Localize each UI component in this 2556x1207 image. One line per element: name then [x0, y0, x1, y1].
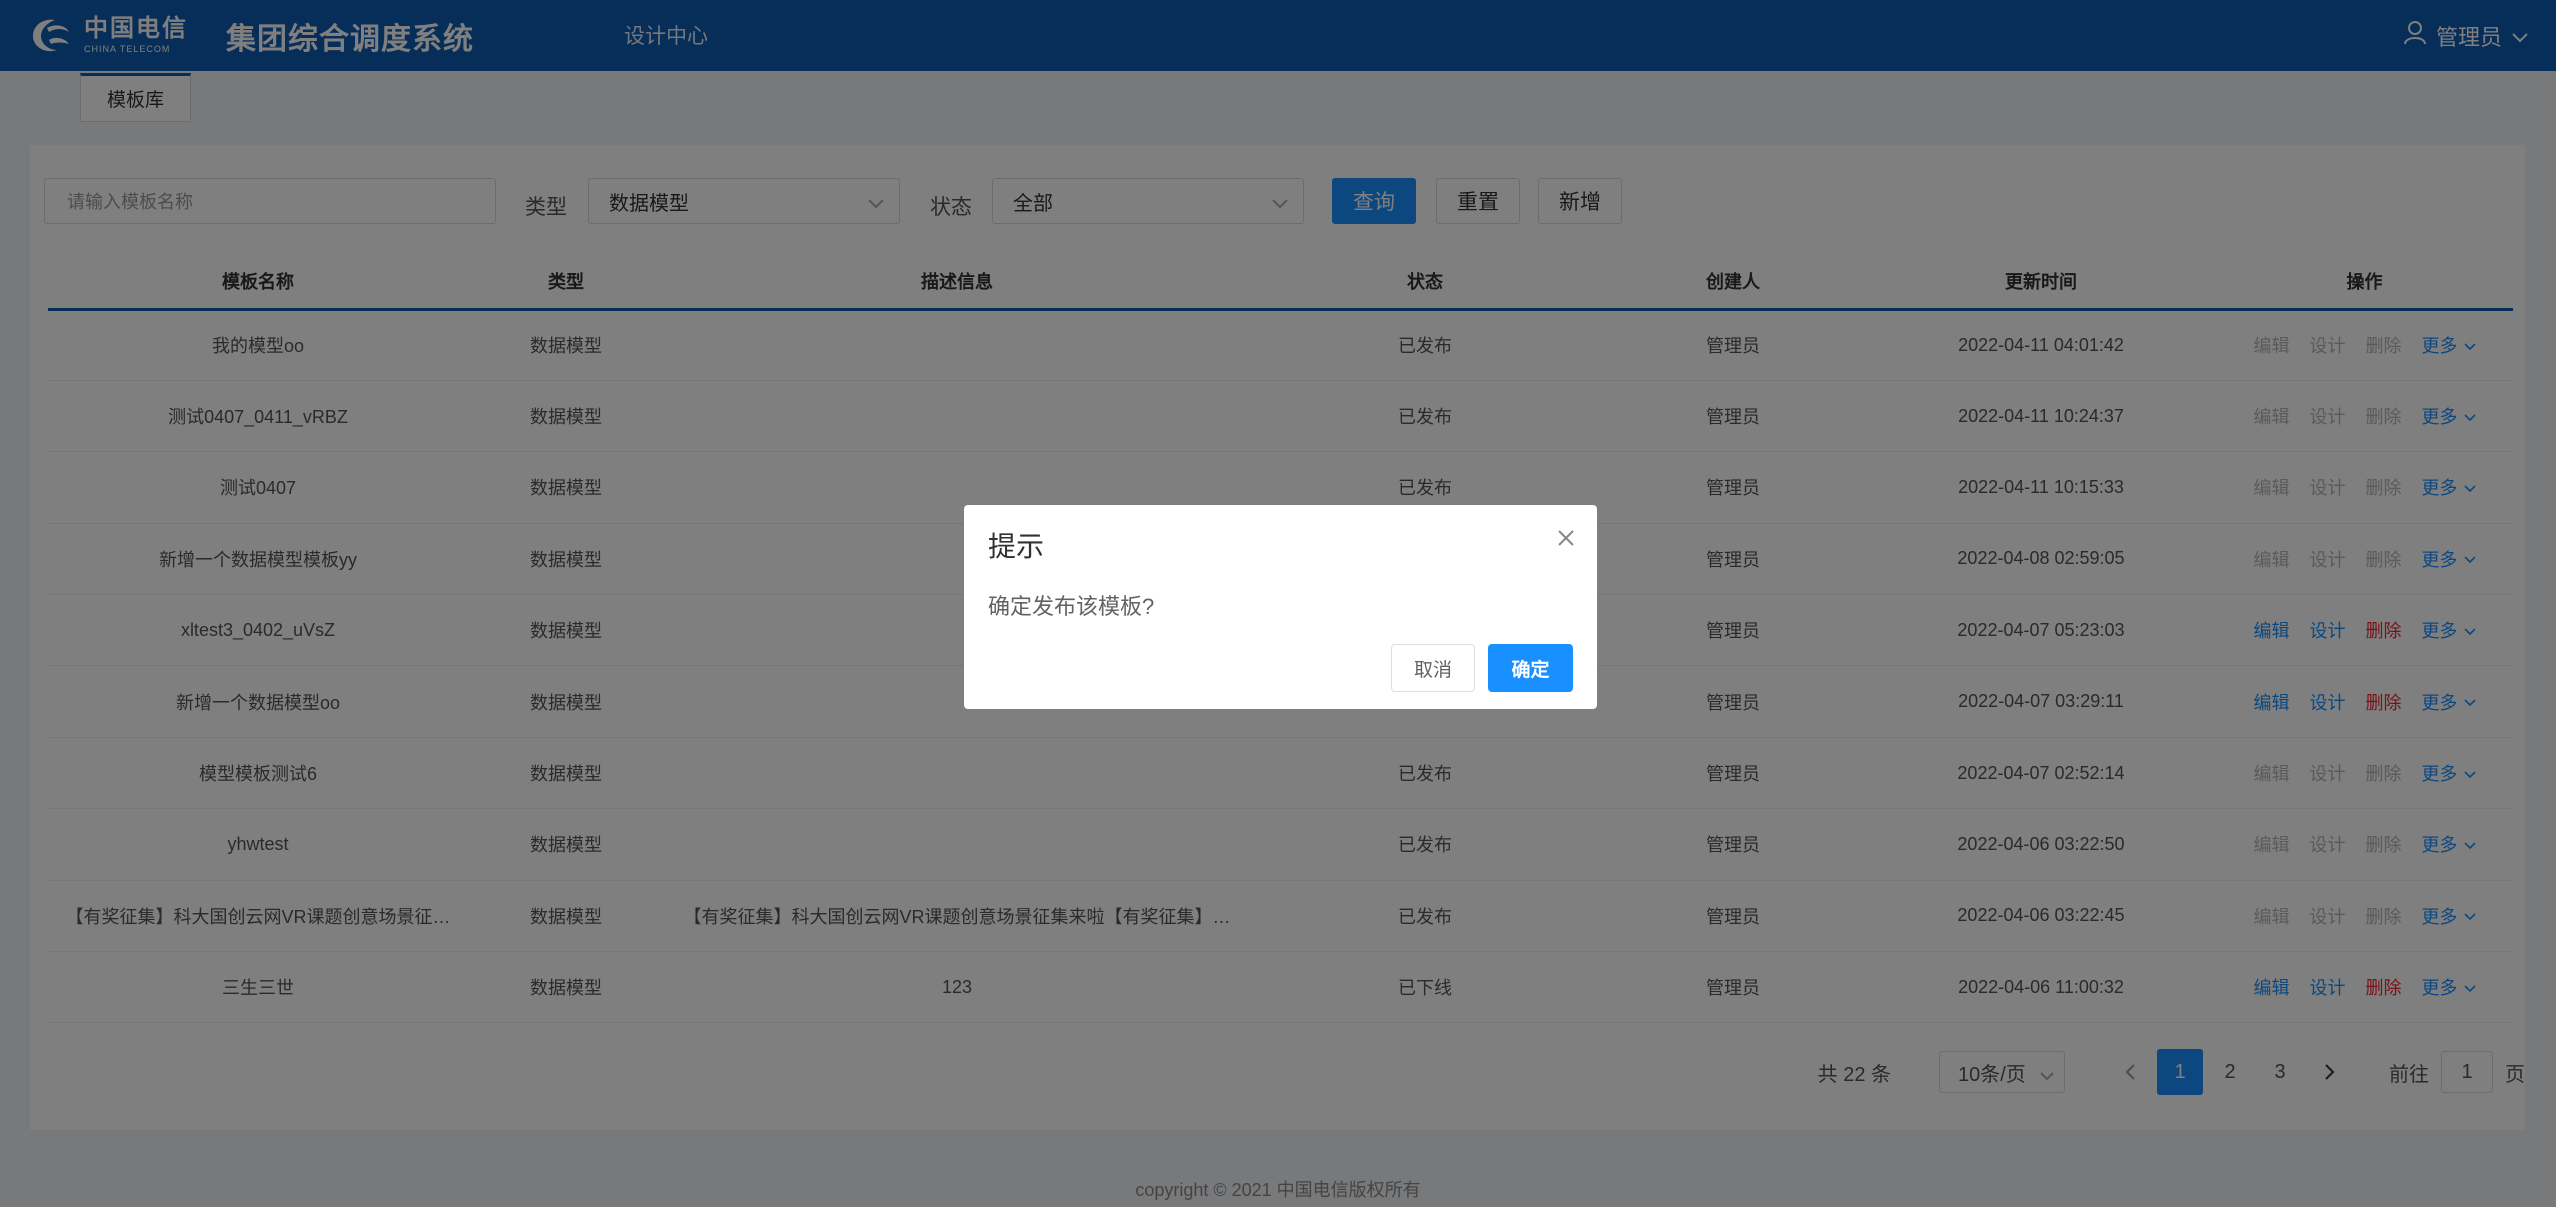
confirm-dialog: 提示 确定发布该模板? 取消 确定: [964, 505, 1597, 709]
dialog-title: 提示: [988, 531, 1045, 562]
confirm-button[interactable]: 确定: [1488, 644, 1573, 692]
cancel-button[interactable]: 取消: [1391, 644, 1475, 692]
close-icon[interactable]: [1557, 529, 1575, 552]
dialog-message: 确定发布该模板?: [988, 594, 1155, 619]
